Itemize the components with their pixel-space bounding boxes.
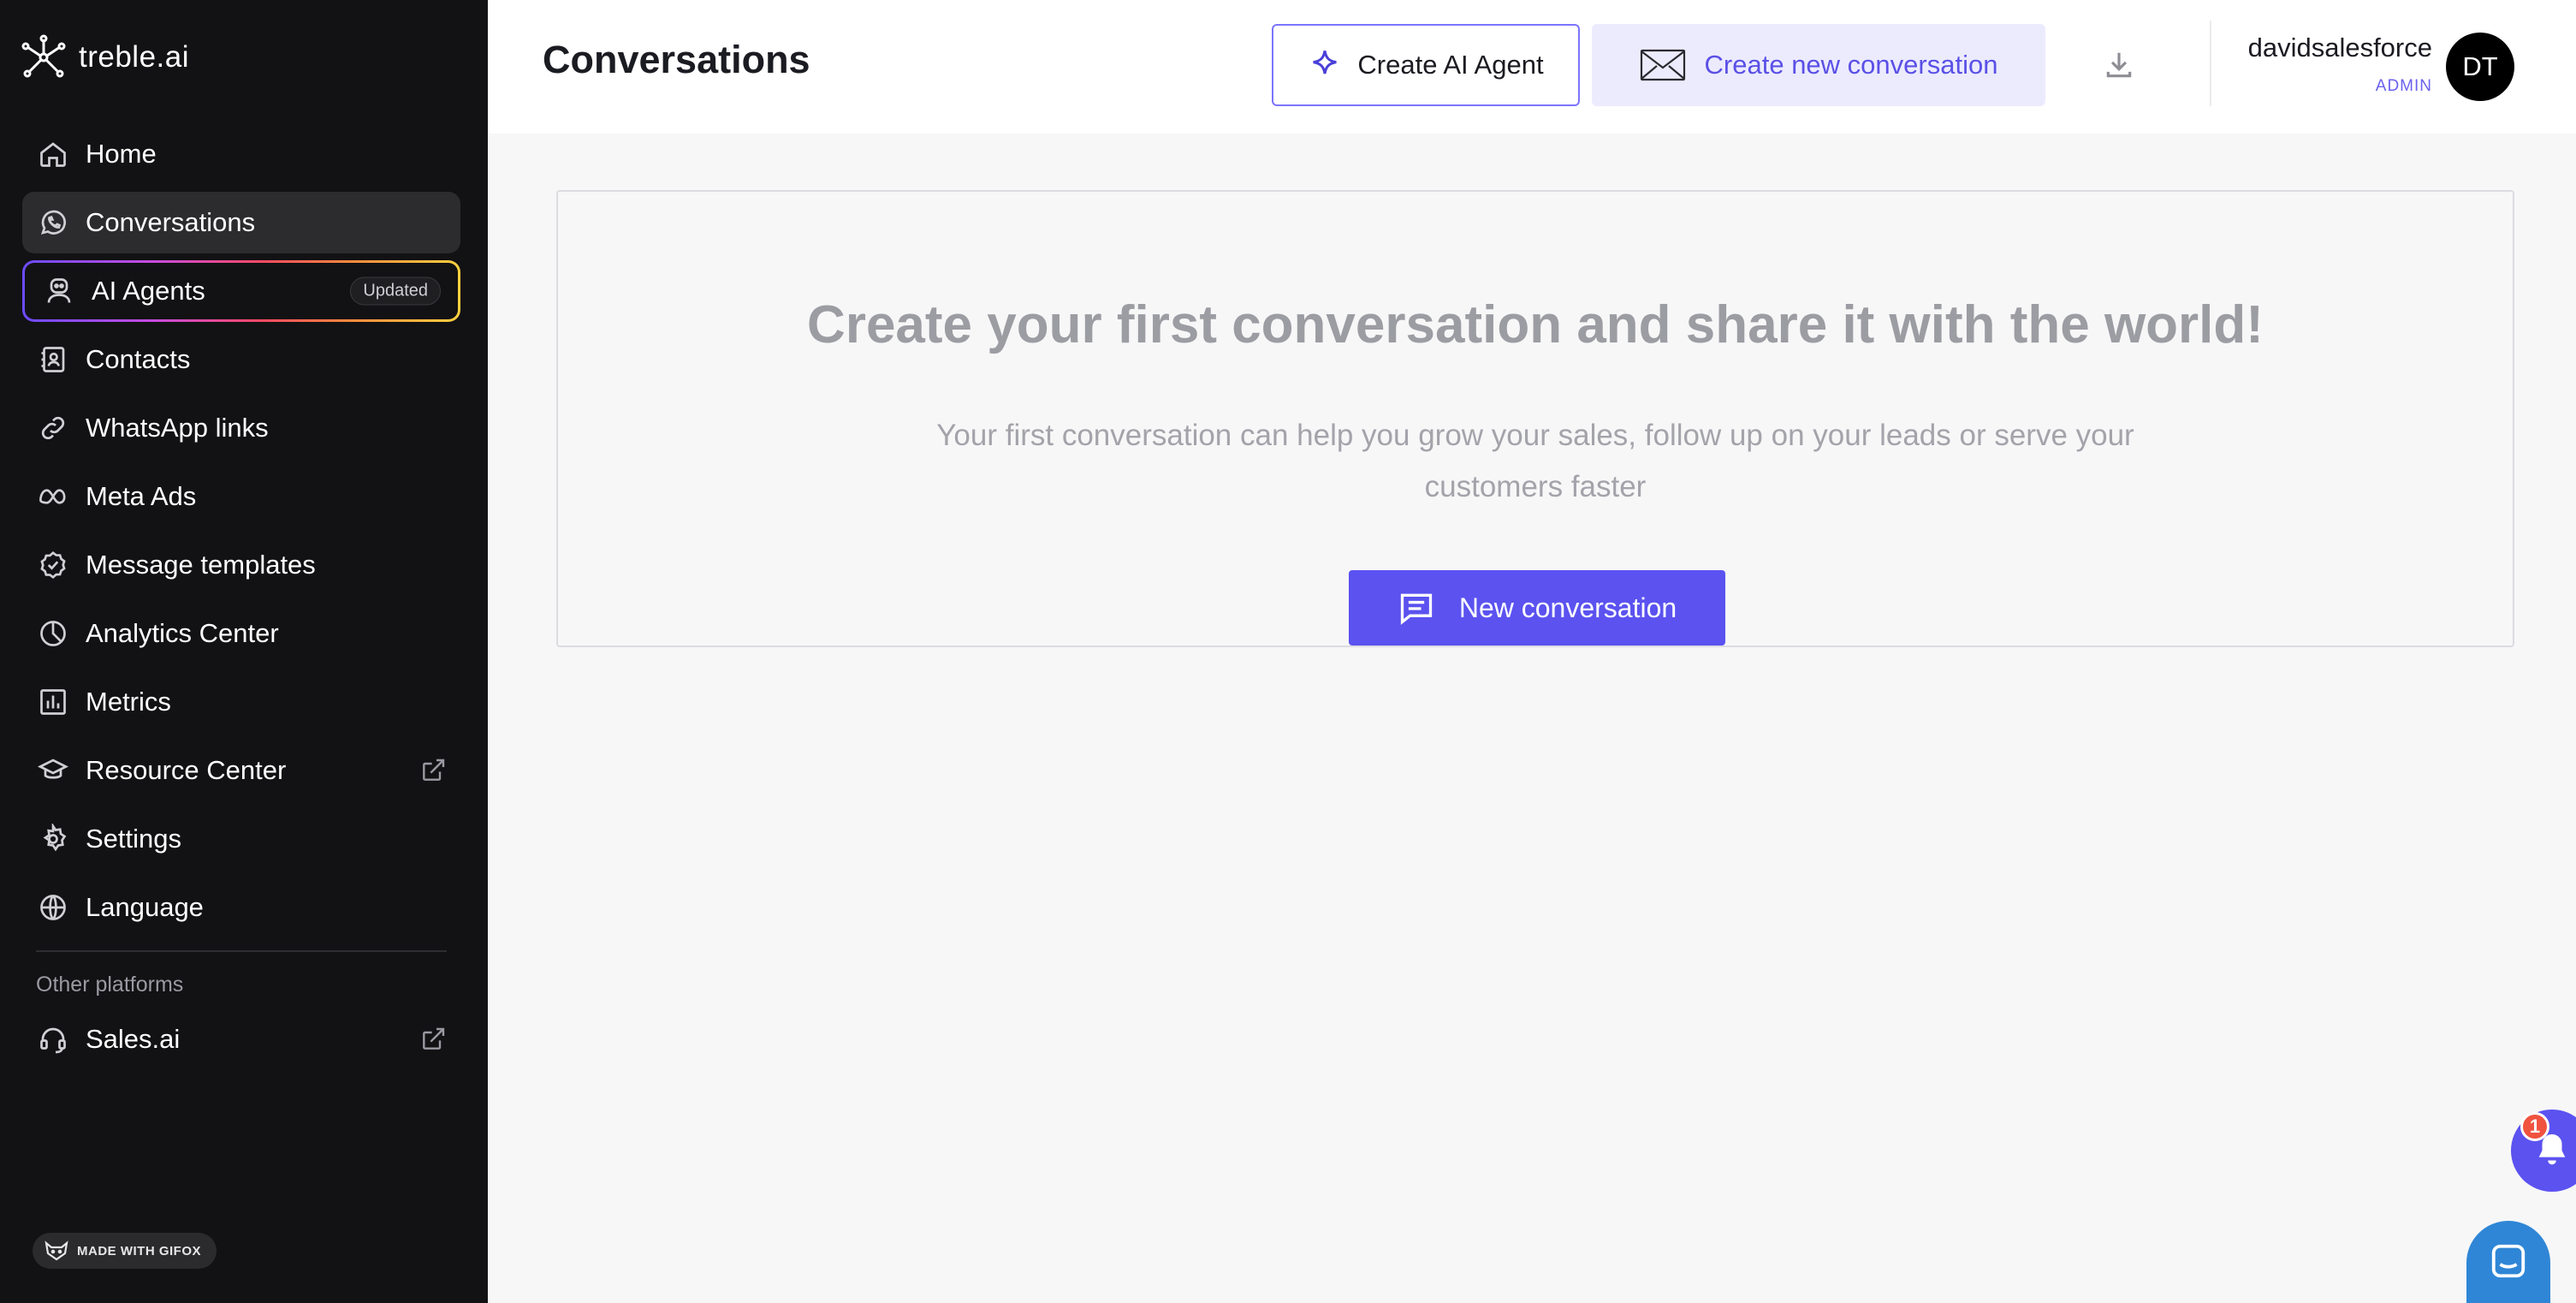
page-title: Conversations [543,38,810,81]
whatsapp-icon [36,205,70,240]
notification-count-badge: 1 [2520,1112,2549,1141]
sidebar-item-label: Meta Ads [86,481,197,511]
sidebar-item-meta-ads[interactable]: Meta Ads [22,466,460,527]
sidebar-item-resource-center[interactable]: Resource Center [22,740,460,801]
graduation-cap-icon [36,753,70,788]
globe-icon [36,890,70,925]
sidebar-item-label: Resource Center [86,755,287,785]
sidebar-item-label: WhatsApp links [86,413,269,443]
header-separator [2210,21,2211,106]
sidebar-item-home[interactable]: Home [22,123,460,185]
empty-state-card: Create your first conversation and share… [556,190,2514,647]
create-new-conversation-button[interactable]: Create new conversation [1592,24,2045,106]
home-icon [36,137,70,171]
external-link-icon[interactable] [419,757,447,784]
sparkle-icon [1308,48,1342,82]
sidebar-item-label: Contacts [86,344,191,374]
message-icon [1398,589,1435,627]
sidebar-item-label: AI Agents [92,276,205,306]
contacts-book-icon [36,342,70,377]
sidebar-item-whatsapp-links[interactable]: WhatsApp links [22,397,460,459]
updated-badge: Updated [350,277,441,306]
download-button[interactable] [2093,39,2145,91]
gifox-badge: MADE WITH GIFOX [33,1233,217,1269]
headset-icon [36,1022,70,1056]
sidebar-item-label: Home [86,139,157,169]
empty-state-subtext: Your first conversation can help you gro… [936,419,2134,503]
sidebar-item-language[interactable]: Language [22,877,460,938]
other-platforms-label: Other platforms [36,972,184,997]
top-header: Conversations Create AI Agent Create new… [488,0,2576,134]
create-ai-agent-button[interactable]: Create AI Agent [1272,24,1580,106]
badge-check-icon [36,548,70,582]
robot-icon [42,274,76,308]
external-link-icon[interactable] [419,1026,447,1053]
user-name: davidsalesforce [2247,33,2432,62]
sidebar-item-label: Metrics [86,687,171,717]
gifox-fox-icon [45,1241,68,1261]
sidebar-item-label: Sales.ai [86,1024,181,1054]
sidebar-item-settings[interactable]: Settings [22,808,460,870]
brand-logo[interactable]: treble.ai [21,34,189,80]
create-ai-agent-label: Create AI Agent [1357,50,1544,80]
treble-logo-icon [21,34,67,80]
download-icon [2103,49,2135,81]
avatar[interactable]: DT [2446,33,2514,101]
link-icon [36,411,70,445]
sidebar-item-contacts[interactable]: Contacts [22,329,460,390]
envelope-icon [1640,48,1686,82]
sidebar-item-metrics[interactable]: Metrics [22,671,460,733]
gifox-label: MADE WITH GIFOX [77,1243,201,1258]
user-role: ADMIN [2375,77,2432,95]
sidebar-divider [36,950,447,952]
sidebar-item-ai-agents[interactable]: AI Agents Updated [22,260,460,322]
sidebar-item-sales-ai[interactable]: Sales.ai [22,1008,460,1070]
chat-bubble-icon [2489,1241,2528,1281]
sidebar-item-label: Conversations [86,207,256,237]
meta-icon [36,479,70,514]
sidebar-item-message-templates[interactable]: Message templates [22,534,460,596]
brand-name: treble.ai [79,40,190,74]
sidebar-item-label: Language [86,892,204,922]
new-conversation-button[interactable]: New conversation [1349,570,1725,646]
empty-state-heading: Create your first conversation and share… [807,295,2264,354]
pie-chart-icon [36,616,70,651]
sidebar-item-conversations[interactable]: Conversations [22,192,460,253]
bar-chart-icon [36,685,70,719]
sidebar: treble.ai Home Conversations AI Agents U… [0,0,488,1303]
sidebar-item-label: Settings [86,824,182,854]
gear-icon [36,822,70,856]
create-new-conversation-label: Create new conversation [1704,50,1998,80]
sidebar-item-analytics-center[interactable]: Analytics Center [22,603,460,664]
chat-widget-button[interactable] [2466,1221,2550,1303]
sidebar-nav: Home Conversations AI Agents Updated Con… [22,123,460,1077]
sidebar-item-label: Analytics Center [86,618,279,648]
sidebar-item-label: Message templates [86,550,316,580]
new-conversation-label: New conversation [1458,592,1677,623]
